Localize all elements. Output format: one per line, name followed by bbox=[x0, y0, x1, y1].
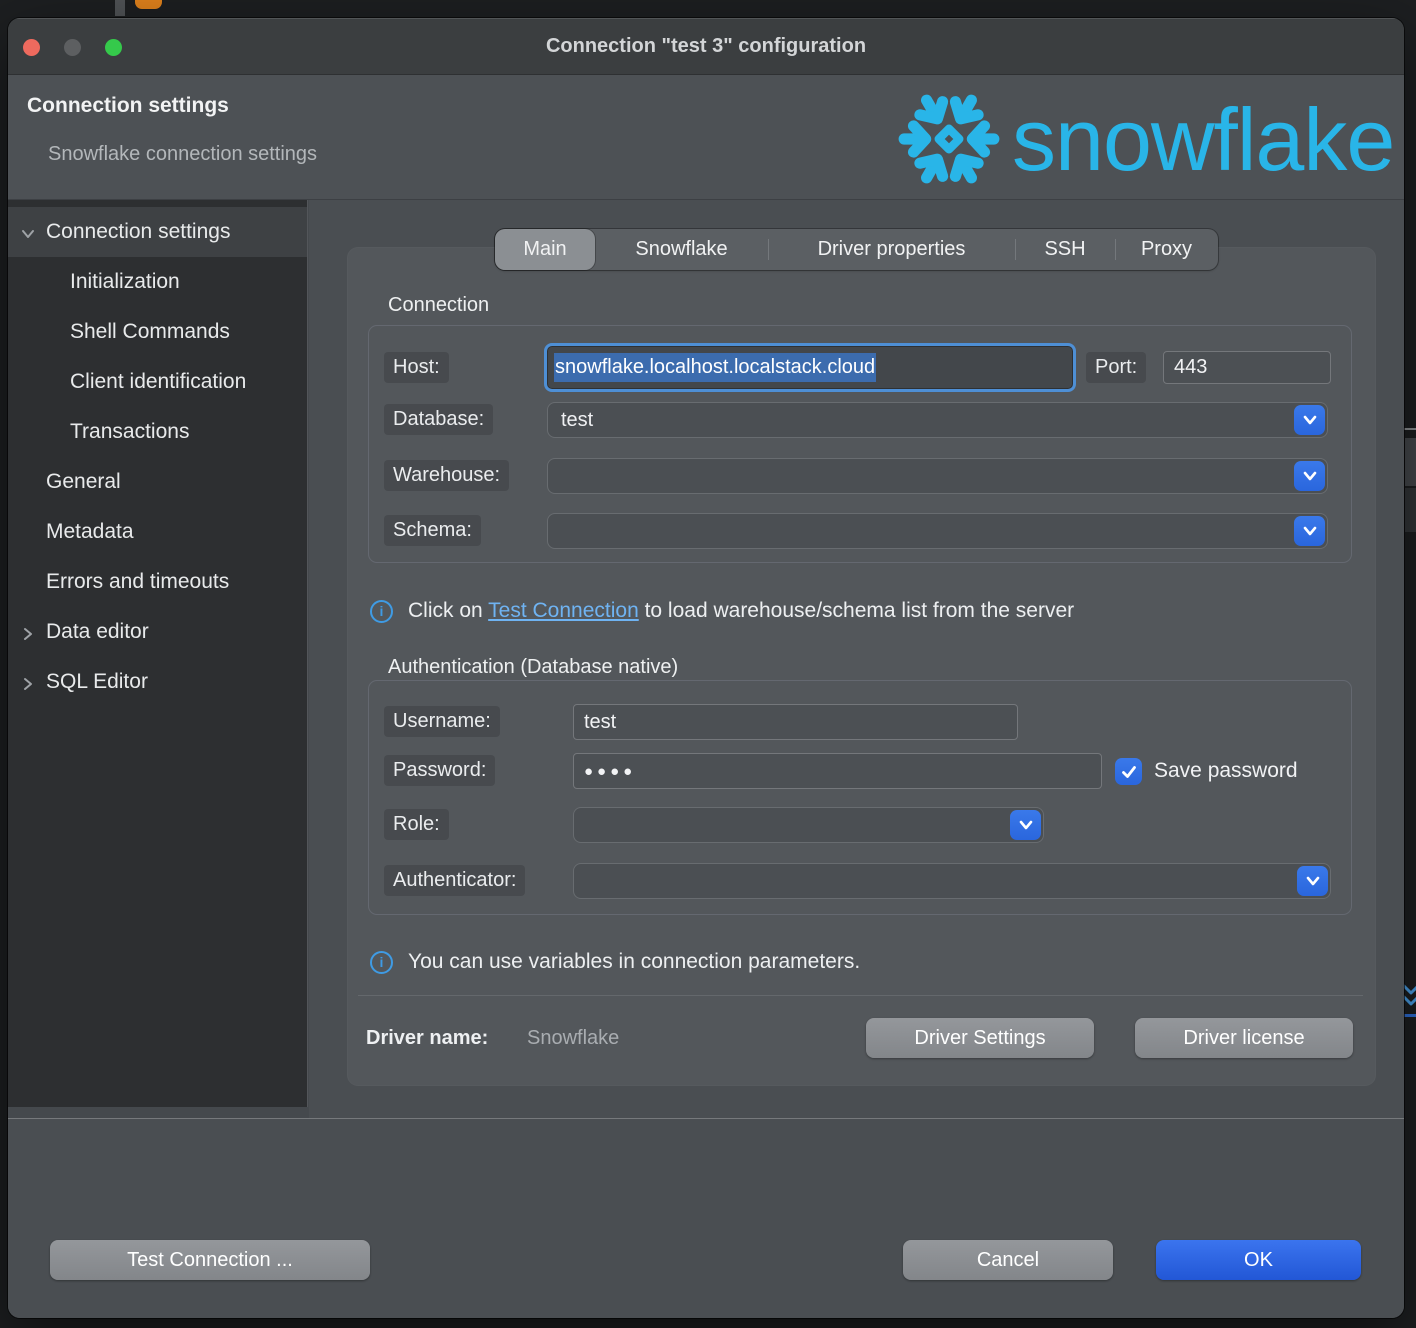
cancel-button[interactable]: Cancel bbox=[903, 1240, 1113, 1280]
authenticator-dropdown-button[interactable] bbox=[1297, 866, 1328, 896]
sidebar-item-sql-editor[interactable]: SQL Editor bbox=[8, 657, 307, 707]
save-password-checkbox[interactable] bbox=[1115, 758, 1142, 785]
background-double-chevron-icon bbox=[1402, 983, 1416, 1018]
tab-ssh[interactable]: SSH bbox=[1015, 229, 1115, 270]
page-title: Connection settings bbox=[27, 94, 229, 118]
port-label: Port: bbox=[1086, 352, 1146, 383]
driver-name-label: Driver name: bbox=[366, 1027, 488, 1050]
page-subtitle: Snowflake connection settings bbox=[48, 143, 317, 166]
close-button[interactable] bbox=[23, 39, 40, 56]
tab-bar: Main Snowflake Driver properties SSH Pro… bbox=[495, 229, 1218, 270]
username-input[interactable]: test bbox=[573, 704, 1018, 740]
warehouse-combo[interactable] bbox=[547, 458, 1328, 494]
info-icon: i bbox=[370, 951, 393, 974]
chevron-right-icon bbox=[20, 624, 36, 640]
schema-combo[interactable] bbox=[547, 513, 1328, 549]
tab-main[interactable]: Main bbox=[495, 229, 595, 270]
sidebar-item-connection-settings[interactable]: Connection settings bbox=[8, 207, 307, 257]
background-artifact-box bbox=[1405, 488, 1416, 532]
background-artifact-line bbox=[1404, 428, 1416, 430]
driver-license-button[interactable]: Driver license bbox=[1135, 1018, 1353, 1058]
driver-settings-button[interactable]: Driver Settings bbox=[866, 1018, 1094, 1058]
schema-dropdown-button[interactable] bbox=[1294, 516, 1325, 546]
chevron-right-icon bbox=[20, 674, 36, 690]
panel-divider bbox=[358, 995, 1363, 996]
database-combo[interactable]: test bbox=[547, 402, 1328, 438]
authenticator-combo[interactable] bbox=[573, 863, 1331, 899]
ok-button[interactable]: OK bbox=[1156, 1240, 1361, 1280]
port-input[interactable]: 443 bbox=[1163, 351, 1331, 384]
background-artifact-box bbox=[1405, 438, 1416, 486]
connection-group-label: Connection bbox=[388, 294, 489, 317]
warehouse-dropdown-button[interactable] bbox=[1294, 461, 1325, 491]
snowflake-logo-icon bbox=[893, 83, 1005, 200]
chevron-down-icon bbox=[20, 224, 36, 240]
authenticator-label: Authenticator: bbox=[384, 865, 525, 896]
chevron-down-icon bbox=[1305, 528, 1315, 534]
chevron-down-icon bbox=[1305, 473, 1315, 479]
background-artifact-blue-line bbox=[1404, 1014, 1416, 1017]
variables-hint: i You can use variables in connection pa… bbox=[370, 950, 860, 974]
schema-label: Schema: bbox=[384, 515, 481, 546]
chevron-down-icon bbox=[1305, 417, 1315, 423]
role-dropdown-button[interactable] bbox=[1010, 810, 1041, 840]
background-window-scrollbar bbox=[115, 0, 125, 16]
connection-configuration-dialog: Connection "test 3" configuration Connec… bbox=[8, 18, 1404, 1318]
host-value-selected-text: snowflake.localhost.localstack.cloud bbox=[554, 353, 876, 382]
test-connection-button[interactable]: Test Connection ... bbox=[50, 1240, 370, 1280]
sidebar-item-data-editor[interactable]: Data editor bbox=[8, 607, 307, 657]
role-label: Role: bbox=[384, 809, 449, 840]
minimize-button[interactable] bbox=[64, 39, 81, 56]
test-connection-link[interactable]: Test Connection bbox=[488, 599, 639, 622]
sidebar-item-errors-and-timeouts[interactable]: Errors and timeouts bbox=[8, 557, 307, 607]
authentication-group-label: Authentication (Database native) bbox=[388, 656, 678, 679]
chevron-down-icon bbox=[1021, 822, 1031, 828]
checkmark-icon bbox=[1120, 763, 1138, 781]
host-label: Host: bbox=[384, 352, 449, 383]
warehouse-label: Warehouse: bbox=[384, 460, 509, 491]
background-app-icon bbox=[135, 0, 162, 9]
sidebar-item-general[interactable]: General bbox=[8, 457, 307, 507]
sidebar-item-transactions[interactable]: Transactions bbox=[8, 407, 307, 457]
main-tab-panel: Connection Host: snowflake.localhost.loc… bbox=[348, 248, 1375, 1085]
zoom-button[interactable] bbox=[105, 39, 122, 56]
window-title: Connection "test 3" configuration bbox=[8, 18, 1404, 75]
password-input[interactable]: ●●●● bbox=[573, 753, 1102, 789]
settings-sidebar: Connection settings Initialization Shell… bbox=[8, 200, 308, 1107]
tab-snowflake[interactable]: Snowflake bbox=[595, 229, 768, 270]
database-label: Database: bbox=[384, 404, 493, 435]
host-input[interactable]: snowflake.localhost.localstack.cloud bbox=[544, 343, 1076, 392]
dialog-footer: Test Connection ... Cancel OK bbox=[8, 1119, 1404, 1318]
titlebar: Connection "test 3" configuration bbox=[8, 18, 1404, 75]
role-combo[interactable] bbox=[573, 807, 1044, 843]
chevron-down-icon bbox=[1308, 878, 1318, 884]
username-label: Username: bbox=[384, 706, 500, 737]
main-content-area: Main Snowflake Driver properties SSH Pro… bbox=[309, 200, 1404, 1118]
save-password-label: Save password bbox=[1154, 759, 1298, 783]
test-connection-hint: i Click on Test Connection to load wareh… bbox=[370, 599, 1074, 623]
tab-proxy[interactable]: Proxy bbox=[1115, 229, 1218, 270]
sidebar-item-initialization[interactable]: Initialization bbox=[8, 257, 307, 307]
sidebar-item-shell-commands[interactable]: Shell Commands bbox=[8, 307, 307, 357]
snowflake-wordmark: snowflake bbox=[1012, 96, 1394, 184]
sidebar-item-metadata[interactable]: Metadata bbox=[8, 507, 307, 557]
driver-name-value: Snowflake bbox=[527, 1027, 619, 1050]
sidebar-item-client-identification[interactable]: Client identification bbox=[8, 357, 307, 407]
database-dropdown-button[interactable] bbox=[1294, 405, 1325, 435]
password-label: Password: bbox=[384, 755, 495, 786]
dialog-header: Connection settings Snowflake connection… bbox=[8, 75, 1404, 200]
info-icon: i bbox=[370, 600, 393, 623]
tab-driver-properties[interactable]: Driver properties bbox=[768, 229, 1015, 270]
